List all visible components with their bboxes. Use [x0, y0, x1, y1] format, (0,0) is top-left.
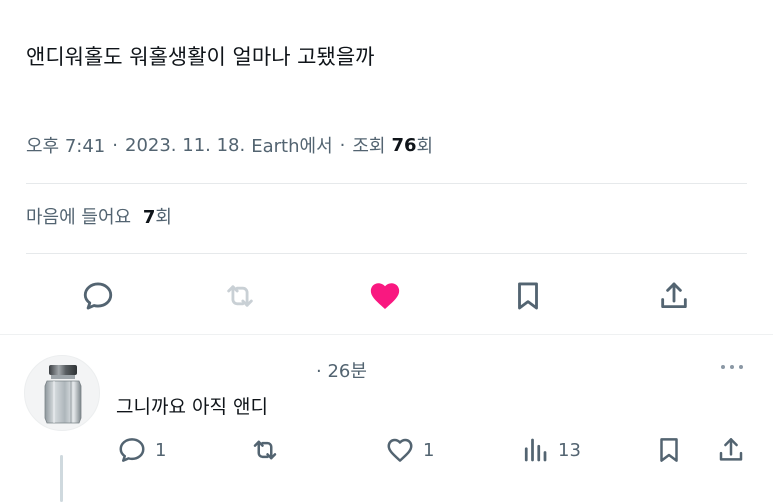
- post-meta: 오후 7:41 · 2023. 11. 18. Earth에서 · 조회 76 …: [26, 132, 433, 158]
- meta-separator: ·: [112, 134, 118, 156]
- reply-count: 1: [155, 439, 167, 461]
- likes-suffix: 회: [155, 207, 172, 228]
- share-icon: [719, 438, 743, 461]
- post-text: 앤디워홀도 워홀생활이 얼마나 고됐을까: [26, 45, 375, 69]
- meta-separator: ·: [339, 134, 346, 156]
- retweet-icon: [227, 285, 253, 307]
- more-dot-icon: [730, 365, 734, 369]
- views-count: 76: [391, 134, 417, 156]
- reply-bookmark-button[interactable]: [654, 433, 684, 467]
- post-action-bar: [0, 276, 773, 316]
- heart-filled-icon: [370, 283, 400, 310]
- reply-share-button[interactable]: [716, 433, 746, 467]
- views-label: 조회: [352, 136, 386, 157]
- more-options-button[interactable]: [712, 355, 752, 379]
- reply-like-button[interactable]: 1: [385, 433, 434, 467]
- likes-label: 마음에 들어요: [26, 207, 132, 228]
- heart-icon: [387, 438, 413, 462]
- post-date[interactable]: 2023. 11. 18.: [125, 135, 245, 156]
- post-time[interactable]: 오후 7:41: [26, 132, 105, 158]
- avatar[interactable]: [24, 355, 100, 431]
- jar-image: [44, 365, 82, 424]
- bookmark-icon: [518, 282, 538, 310]
- share-icon: [661, 282, 687, 309]
- views-count: 13: [558, 439, 581, 461]
- reply-tweet[interactable]: · 26분 그니까요 아직 앤디 1 1 13: [0, 335, 773, 502]
- bookmark-icon: [660, 438, 678, 462]
- reply-time[interactable]: · 26분: [316, 357, 367, 383]
- views-suffix: 회: [416, 136, 434, 157]
- like-count: 1: [423, 439, 435, 461]
- reply-button[interactable]: [78, 276, 118, 316]
- retweet-button[interactable]: [220, 276, 260, 316]
- retweet-icon: [253, 440, 277, 460]
- comment-icon: [83, 282, 113, 310]
- reply-views-button[interactable]: 13: [520, 433, 581, 467]
- like-button[interactable]: [365, 276, 405, 316]
- divider: [26, 253, 747, 254]
- more-dot-icon: [721, 365, 725, 369]
- analytics-icon: [524, 438, 547, 462]
- reply-reply-button[interactable]: 1: [117, 433, 166, 467]
- reply-text: 그니까요 아직 앤디: [116, 396, 268, 418]
- share-button[interactable]: [654, 276, 694, 316]
- reply-retweet-button[interactable]: [250, 433, 280, 467]
- likes-summary[interactable]: 마음에 들어요 7회: [26, 203, 172, 229]
- divider: [26, 183, 747, 184]
- comment-icon: [119, 438, 145, 462]
- post-source: Earth에서: [251, 136, 333, 157]
- bookmark-button[interactable]: [508, 276, 548, 316]
- reply-action-bar: 1 1 13: [0, 433, 773, 467]
- more-dot-icon: [739, 365, 743, 369]
- likes-count: 7: [142, 207, 156, 228]
